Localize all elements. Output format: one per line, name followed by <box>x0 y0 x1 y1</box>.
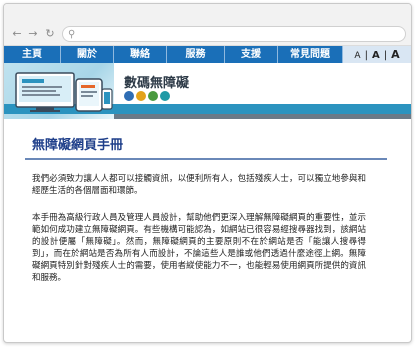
menu-item-support[interactable]: 支援 <box>225 46 278 63</box>
menu-item-home[interactable]: 主頁 <box>4 46 61 63</box>
brain-icon <box>160 91 170 101</box>
address-bar[interactable]: ⚲ <box>62 26 406 42</box>
tab-strip <box>4 4 411 22</box>
site-title: 數碼無障礙 <box>124 76 190 91</box>
eye-icon <box>124 91 134 101</box>
font-size-medium-button[interactable]: A <box>370 50 382 61</box>
ear-icon <box>136 91 146 101</box>
reload-icon[interactable]: ↻ <box>43 27 57 41</box>
menu-item-contact[interactable]: 聯絡 <box>114 46 167 63</box>
address-input[interactable] <box>81 28 391 40</box>
font-size-separator: | <box>364 50 368 61</box>
wheelchair-icon <box>148 91 158 101</box>
devices-illustration <box>15 72 113 112</box>
browser-window: ← → ↻ ⚲ 主頁 關於 聯絡 服務 支援 常見問題 A | A | A 數碼… <box>3 3 412 343</box>
font-size-large-button[interactable]: A <box>389 48 402 61</box>
accessibility-badges <box>124 91 170 101</box>
browser-toolbar: ← → ↻ ⚲ <box>4 24 411 44</box>
font-size-controls: A | A | A <box>343 46 411 63</box>
menu-item-faq[interactable]: 常見問題 <box>278 46 343 63</box>
font-size-separator: | <box>383 50 388 61</box>
forward-arrow-icon[interactable]: → <box>26 27 40 41</box>
search-icon: ⚲ <box>68 29 76 40</box>
main-menu: 主頁 關於 聯絡 服務 支援 常見問題 A | A | A <box>4 46 411 63</box>
menu-item-about[interactable]: 關於 <box>61 46 114 63</box>
paragraph-body: 本手冊為高級行政人員及管理人員設計，幫助他們更深入理解無障礙網頁的重要性，並示範… <box>32 213 366 283</box>
font-size-small-button[interactable]: A <box>352 51 362 61</box>
paragraph-intro: 我們必須致力讓人人都可以接觸資訊，以便利所有人，包括殘疾人士，可以獨立地參與和經… <box>32 174 366 196</box>
site-banner: 數碼無障礙 <box>4 63 411 119</box>
page-title: 無障礙網頁手冊 <box>25 134 387 160</box>
main-content: 無障礙網頁手冊 我們必須致力讓人人都可以接觸資訊，以便利所有人，包括殘疾人士，可… <box>4 134 411 284</box>
browser-chrome: ← → ↻ ⚲ <box>4 4 411 46</box>
back-arrow-icon[interactable]: ← <box>10 27 24 41</box>
menu-item-services[interactable]: 服務 <box>167 46 225 63</box>
